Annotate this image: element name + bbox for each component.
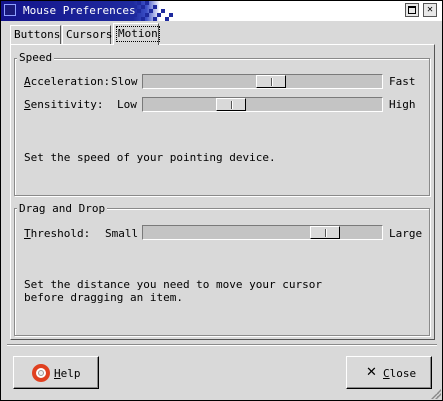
threshold-slider[interactable]: [142, 225, 383, 240]
acceleration-slider[interactable]: [142, 74, 383, 89]
acceleration-max-label: Fast: [389, 75, 416, 88]
close-button[interactable]: ✕ Close: [346, 356, 432, 389]
close-x-icon: ✕: [366, 365, 377, 380]
close-button-label: Close: [383, 367, 417, 380]
maximize-button[interactable]: [405, 3, 419, 17]
resize-grip[interactable]: [431, 389, 441, 399]
drag-and-drop-frame-title: Drag and Drop: [17, 202, 108, 215]
help-button-label: Help: [54, 367, 81, 380]
threshold-label: Threshold:: [24, 227, 91, 240]
threshold-max-label: Large: [389, 227, 423, 240]
drag-description-line-2: before dragging an item.: [24, 291, 183, 304]
sensitivity-slider-thumb[interactable]: [216, 98, 246, 111]
window-title: Mouse Preferences: [23, 4, 136, 17]
acceleration-label: Acceleration:: [24, 75, 111, 88]
tab-label: Cursors: [66, 28, 113, 41]
close-icon: ✕: [426, 4, 434, 15]
tab-motion[interactable]: Motion: [113, 23, 160, 45]
window-close-button[interactable]: ✕: [423, 3, 437, 17]
mouse-preferences-window: Mouse Preferences ✕ Buttons Cursors Moti…: [0, 0, 443, 401]
window-menu-icon[interactable]: [4, 4, 16, 16]
sensitivity-min-label: Low: [117, 98, 137, 111]
help-button[interactable]: Help: [13, 356, 99, 389]
title-bar[interactable]: Mouse Preferences ✕: [1, 1, 442, 21]
tab-label: Motion: [116, 26, 160, 42]
threshold-min-label: Small: [105, 227, 139, 240]
separator: [7, 344, 437, 346]
acceleration-min-label: Slow: [111, 75, 138, 88]
acceleration-slider-thumb[interactable]: [256, 75, 286, 88]
speed-description: Set the speed of your pointing device.: [24, 151, 276, 164]
threshold-slider-thumb[interactable]: [310, 226, 340, 239]
sensitivity-label: Sensitivity:: [24, 98, 104, 111]
sensitivity-slider[interactable]: [142, 97, 383, 112]
drag-description-line-1: Set the distance you need to move your c…: [24, 278, 323, 291]
tab-label: Buttons: [14, 28, 61, 41]
sensitivity-max-label: High: [389, 98, 416, 111]
tab-buttons[interactable]: Buttons: [10, 25, 61, 44]
maximize-icon: [408, 6, 416, 14]
lifebuoy-icon: [32, 364, 50, 382]
tab-cursors[interactable]: Cursors: [62, 25, 113, 44]
speed-frame-title: Speed: [17, 51, 55, 64]
